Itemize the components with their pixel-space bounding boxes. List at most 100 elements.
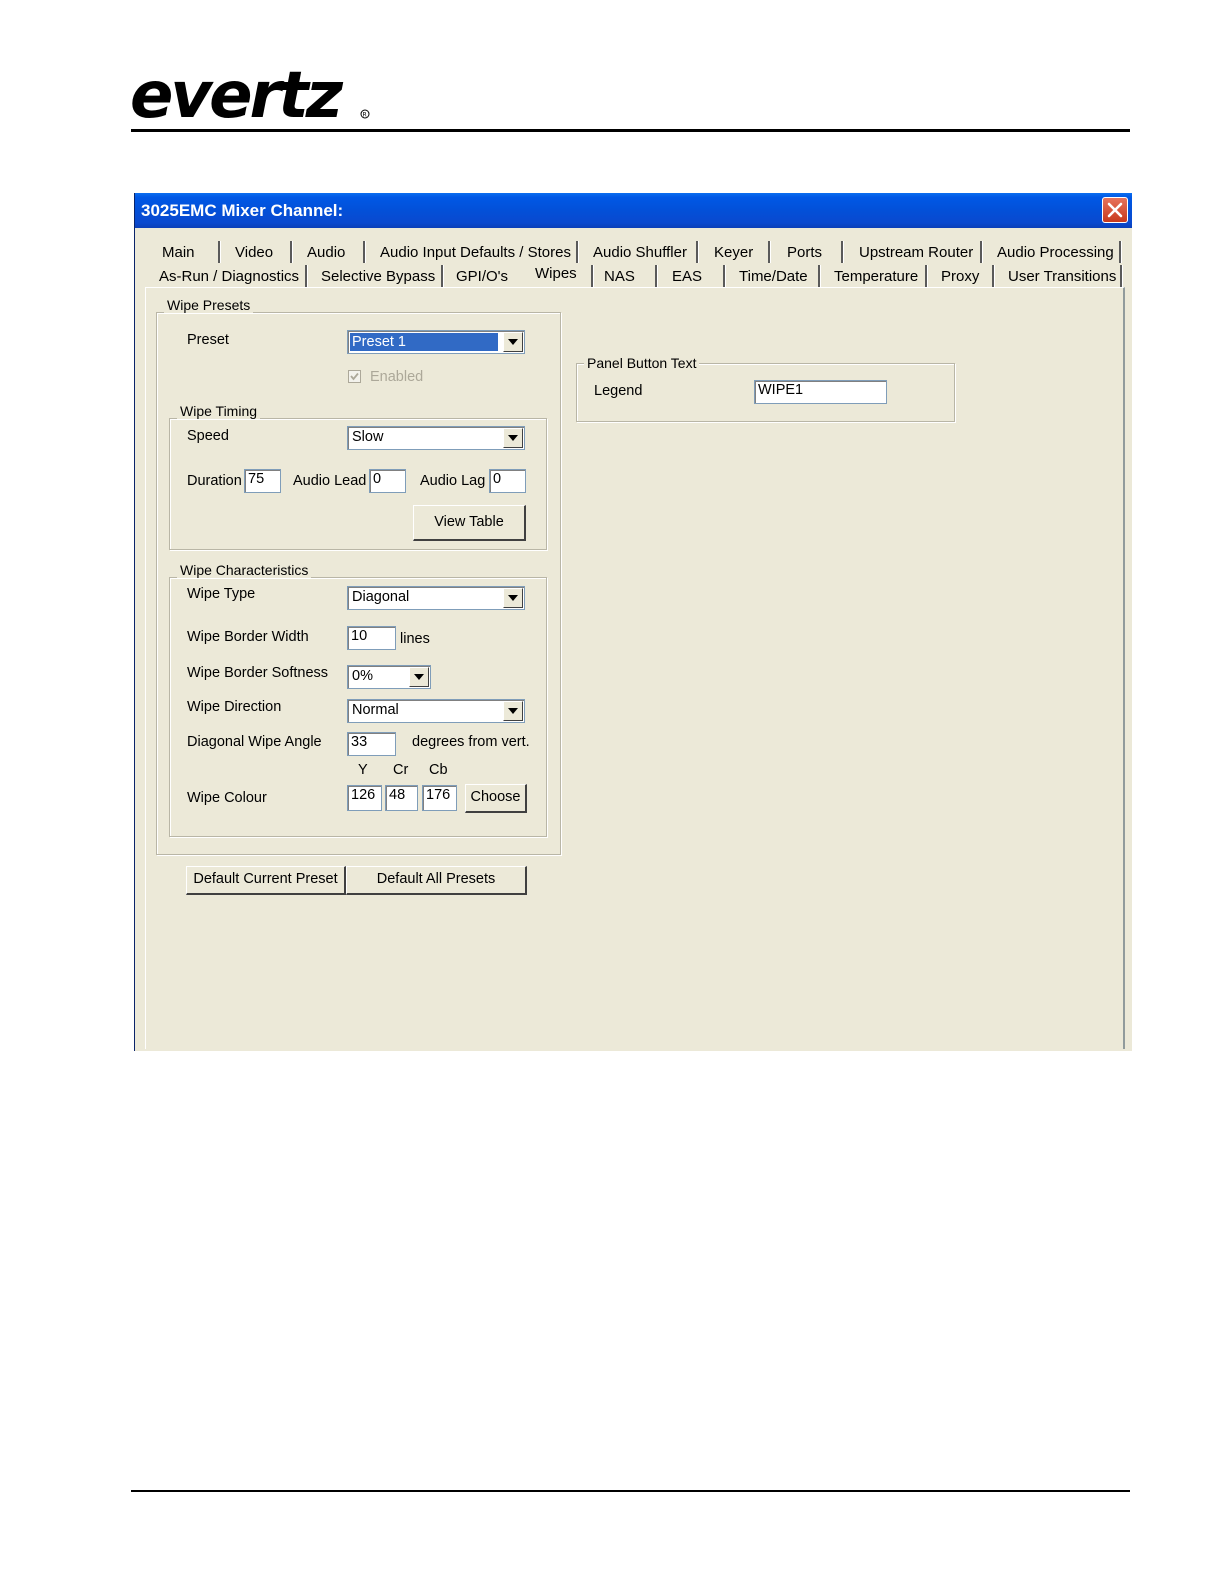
audio-lag-label: Audio Lag	[420, 473, 486, 489]
default-all-presets-button[interactable]: Default All Presets	[346, 866, 527, 895]
legend-field[interactable]: WIPE1	[754, 380, 887, 404]
svg-text:R: R	[363, 112, 367, 119]
diagonal-wipe-angle-field[interactable]: 33	[347, 732, 396, 756]
y-column-label: Y	[358, 762, 368, 778]
wipe-direction-label: Wipe Direction	[187, 699, 282, 715]
chevron-down-icon	[508, 435, 518, 441]
tab-upstream-router[interactable]: Upstream Router	[859, 244, 973, 261]
preset-label: Preset	[187, 332, 229, 348]
tab-ports[interactable]: Ports	[787, 244, 822, 261]
speed-value: Slow	[352, 429, 384, 445]
close-icon	[1107, 202, 1123, 218]
duration-label: Duration	[187, 473, 242, 489]
tab-main[interactable]: Main	[162, 244, 195, 261]
tab-audio-processing[interactable]: Audio Processing	[997, 244, 1114, 261]
tab-divider	[723, 265, 726, 287]
tab-audio-input-defaults[interactable]: Audio Input Defaults / Stores	[380, 244, 571, 261]
speed-select[interactable]: Slow	[347, 426, 525, 450]
dropdown-arrow[interactable]	[503, 588, 523, 608]
cr-value-field[interactable]: 48	[385, 785, 418, 811]
tab-divider	[841, 241, 844, 263]
tab-divider	[363, 241, 366, 263]
cr-column-label: Cr	[393, 762, 409, 778]
tab-eas[interactable]: EAS	[672, 268, 702, 285]
window-titlebar[interactable]: 3025EMC Mixer Channel:	[135, 193, 1132, 228]
tab-divider	[1120, 265, 1123, 287]
close-button[interactable]	[1102, 197, 1128, 223]
tab-temperature[interactable]: Temperature	[834, 268, 918, 285]
dropdown-arrow[interactable]	[409, 667, 429, 687]
tab-divider	[591, 265, 594, 287]
border-width-unit: lines	[400, 631, 430, 647]
audio-lead-field[interactable]: 0	[369, 469, 406, 493]
window-title: 3025EMC Mixer Channel:	[141, 201, 344, 220]
logo-wordmark: evertz	[130, 64, 344, 126]
tab-divider	[925, 265, 928, 287]
checkmark-icon	[350, 372, 359, 381]
tab-nas[interactable]: NAS	[604, 268, 635, 285]
tab-divider	[980, 241, 983, 263]
dropdown-arrow[interactable]	[503, 701, 523, 721]
wipe-border-width-field[interactable]: 10	[347, 626, 396, 650]
mixer-channel-window: 3025EMC Mixer Channel: Main Video Audio …	[134, 193, 1132, 1051]
tab-divider	[655, 265, 658, 287]
chevron-down-icon	[508, 595, 518, 601]
y-value-field[interactable]: 126	[347, 785, 382, 811]
tab-divider	[1119, 241, 1122, 263]
tab-proxy[interactable]: Proxy	[941, 268, 979, 285]
wipe-border-softness-label: Wipe Border Softness	[187, 665, 329, 681]
audio-lead-label: Audio Lead	[293, 473, 367, 489]
wipe-presets-legend: Wipe Presets	[164, 297, 254, 313]
tab-divider	[992, 265, 995, 287]
wipe-type-label: Wipe Type	[187, 586, 256, 602]
tab-audio[interactable]: Audio	[307, 244, 345, 261]
legend-label: Legend	[594, 383, 643, 399]
header-rule	[131, 129, 1130, 132]
dropdown-arrow[interactable]	[503, 428, 523, 448]
choose-colour-button[interactable]: Choose	[465, 784, 527, 813]
wipe-characteristics-legend: Wipe Characteristics	[177, 562, 312, 578]
wipe-type-value: Diagonal	[352, 589, 410, 605]
tab-audio-shuffler[interactable]: Audio Shuffler	[593, 244, 687, 261]
tab-divider	[218, 241, 221, 263]
chevron-down-icon	[508, 708, 518, 714]
wipe-direction-select[interactable]: Normal	[347, 699, 525, 723]
wipe-direction-value: Normal	[352, 702, 399, 718]
tab-gpio[interactable]: GPI/O's	[456, 268, 508, 285]
enabled-label: Enabled	[370, 369, 424, 385]
dropdown-arrow[interactable]	[503, 332, 523, 352]
tab-divider	[576, 241, 579, 263]
diagonal-wipe-angle-label: Diagonal Wipe Angle	[187, 734, 322, 750]
panel-button-text-legend: Panel Button Text	[584, 355, 700, 371]
tab-divider	[768, 241, 771, 263]
enabled-checkbox[interactable]	[348, 370, 361, 383]
speed-label: Speed	[187, 428, 229, 444]
default-current-preset-button[interactable]: Default Current Preset	[186, 866, 346, 895]
wipe-timing-legend: Wipe Timing	[177, 403, 261, 419]
tab-selective-bypass[interactable]: Selective Bypass	[321, 268, 435, 285]
view-table-button[interactable]: View Table	[413, 505, 526, 541]
wipe-colour-label: Wipe Colour	[187, 790, 267, 806]
footer-rule	[131, 1490, 1130, 1492]
border-softness-value: 0%	[352, 668, 373, 684]
tab-divider	[696, 241, 699, 263]
cb-value-field[interactable]: 176	[422, 785, 457, 811]
tab-divider	[305, 265, 308, 287]
chevron-down-icon	[414, 674, 424, 680]
tab-user-transitions[interactable]: User Transitions	[1008, 268, 1116, 285]
tab-video[interactable]: Video	[235, 244, 273, 261]
duration-field[interactable]: 75	[244, 469, 281, 493]
audio-lag-field[interactable]: 0	[489, 469, 526, 493]
tab-time-date[interactable]: Time/Date	[739, 268, 808, 285]
angle-unit: degrees from vert.	[412, 734, 530, 750]
tab-as-run-diagnostics[interactable]: As-Run / Diagnostics	[159, 268, 299, 285]
tab-keyer[interactable]: Keyer	[714, 244, 753, 261]
wipe-border-softness-select[interactable]: 0%	[347, 665, 431, 689]
wipe-type-select[interactable]: Diagonal	[347, 586, 525, 610]
cb-column-label: Cb	[429, 762, 448, 778]
tab-divider	[441, 265, 444, 287]
preset-value: Preset 1	[350, 333, 498, 351]
preset-select[interactable]: Preset 1	[347, 330, 525, 354]
evertz-logo: evertz R	[130, 59, 380, 133]
tab-wipes[interactable]: Wipes	[535, 265, 577, 282]
